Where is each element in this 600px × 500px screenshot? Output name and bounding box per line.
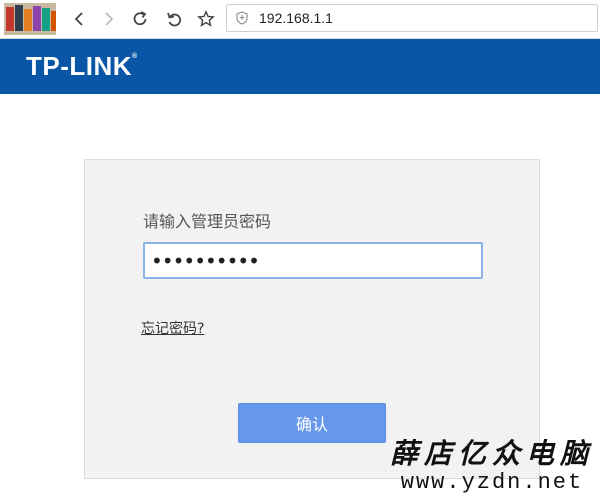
brand-header: TP-LINK® <box>0 39 600 94</box>
url-text[interactable]: 192.168.1.1 <box>259 10 333 26</box>
shield-icon <box>236 11 248 25</box>
tp-link-logo: TP-LINK® <box>26 51 138 82</box>
address-bar[interactable]: 192.168.1.1 <box>226 4 598 32</box>
forward-button[interactable] <box>98 8 120 30</box>
bookmark-button[interactable] <box>195 8 217 30</box>
back-button[interactable] <box>68 8 90 30</box>
login-panel: 请输入管理员密码 忘记密码? 确认 <box>84 159 540 479</box>
registered-mark: ® <box>132 53 138 60</box>
undo-icon <box>167 12 181 27</box>
tab-favicon-image[interactable] <box>4 3 56 35</box>
reload-button[interactable] <box>129 8 151 30</box>
password-input[interactable] <box>143 242 483 279</box>
watermark-name: 薛店亿众电脑 <box>389 437 594 470</box>
watermark: 薛店亿众电脑 www.yzdn.net <box>390 438 594 496</box>
forward-arrow-icon <box>105 12 114 26</box>
password-prompt-label: 请输入管理员密码 <box>143 212 272 231</box>
confirm-button[interactable]: 确认 <box>238 403 386 443</box>
browser-toolbar: 192.168.1.1 <box>0 0 600 39</box>
star-icon <box>197 10 215 27</box>
forgot-password-link[interactable]: 忘记密码? <box>141 318 204 338</box>
undo-button[interactable] <box>163 8 185 30</box>
watermark-url: www.yzdn.net <box>400 470 584 495</box>
reload-icon <box>133 11 147 26</box>
back-arrow-icon <box>74 12 83 26</box>
logo-text: TP-LINK <box>26 51 133 81</box>
